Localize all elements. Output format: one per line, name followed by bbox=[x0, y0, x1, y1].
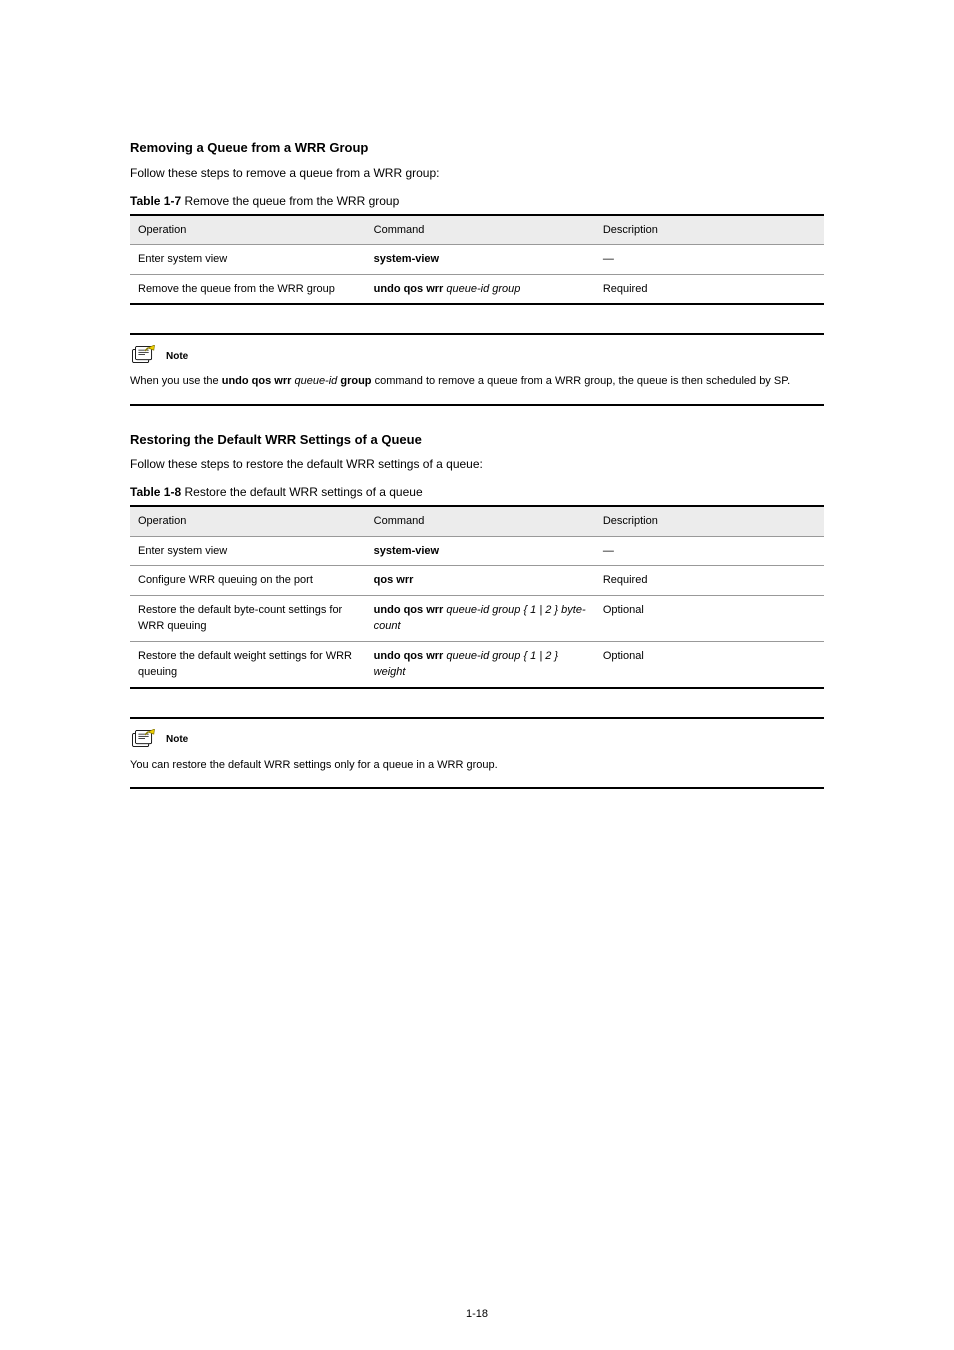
cmd-bold: system-view bbox=[374, 253, 439, 265]
cell-description: Required bbox=[595, 274, 824, 304]
table-row: Enter system view system-view — bbox=[130, 245, 824, 275]
section-heading-remove-queue: Removing a Queue from a WRR Group bbox=[130, 138, 824, 158]
cmd-bold: undo qos wrr bbox=[374, 283, 444, 295]
table-row: Enter system view system-view — bbox=[130, 536, 824, 566]
cell-command: undo qos wrr queue-id group { 1 | 2 } we… bbox=[366, 641, 595, 688]
table-caption-2: Table 1-8 Restore the default WRR settin… bbox=[130, 483, 824, 501]
table-header-row: Operation Command Description bbox=[130, 215, 824, 245]
cell-operation: Enter system view bbox=[130, 245, 366, 275]
table-row: Configure WRR queuing on the port qos wr… bbox=[130, 566, 824, 596]
note-cmd-italic: queue-id bbox=[294, 375, 337, 387]
note-text: When you use the undo qos wrr queue-id g… bbox=[130, 373, 824, 390]
note-text-segment: When you use the bbox=[130, 375, 222, 387]
cell-operation: Restore the default weight settings for … bbox=[130, 641, 366, 688]
cmd-bold: undo qos wrr bbox=[374, 650, 444, 662]
page-number: 1-18 bbox=[0, 1306, 954, 1323]
col-operation: Operation bbox=[130, 506, 366, 536]
col-description: Description bbox=[595, 506, 824, 536]
cell-description: Optional bbox=[595, 641, 824, 688]
note-text-segment: command to remove a queue from a WRR gro… bbox=[372, 375, 791, 387]
table-row: Restore the default weight settings for … bbox=[130, 641, 824, 688]
note-cmd-bold: group bbox=[340, 375, 371, 387]
note-block-1: Note When you use the undo qos wrr queue… bbox=[130, 333, 824, 406]
cell-description: — bbox=[595, 245, 824, 275]
page: Removing a Queue from a WRR Group Follow… bbox=[0, 0, 954, 1350]
cmd-args: queue-id group bbox=[443, 283, 520, 295]
table-caption-desc: Restore the default WRR settings of a qu… bbox=[184, 485, 422, 499]
cell-description: — bbox=[595, 536, 824, 566]
cell-operation: Enter system view bbox=[130, 536, 366, 566]
cell-description: Required bbox=[595, 566, 824, 596]
table-caption-number: Table 1-7 bbox=[130, 194, 181, 208]
table-caption-number: Table 1-8 bbox=[130, 485, 181, 499]
col-command: Command bbox=[366, 215, 595, 245]
note-label: Note bbox=[166, 349, 188, 364]
table-caption-desc: Remove the queue from the WRR group bbox=[184, 194, 399, 208]
table-row: Remove the queue from the WRR group undo… bbox=[130, 274, 824, 304]
cell-operation: Remove the queue from the WRR group bbox=[130, 274, 366, 304]
table-row: Restore the default byte-count settings … bbox=[130, 595, 824, 641]
note-icon bbox=[130, 729, 160, 751]
col-command: Command bbox=[366, 506, 595, 536]
note-text: You can restore the default WRR settings… bbox=[130, 757, 824, 774]
cmd-bold: undo qos wrr bbox=[374, 604, 444, 616]
cmd-bold: qos wrr bbox=[374, 574, 414, 586]
cell-command: system-view bbox=[366, 536, 595, 566]
note-block-2: Note You can restore the default WRR set… bbox=[130, 717, 824, 790]
col-description: Description bbox=[595, 215, 824, 245]
cell-command: system-view bbox=[366, 245, 595, 275]
col-operation: Operation bbox=[130, 215, 366, 245]
cell-operation: Restore the default byte-count settings … bbox=[130, 595, 366, 641]
cell-command: undo qos wrr queue-id group { 1 | 2 } by… bbox=[366, 595, 595, 641]
cell-command: qos wrr bbox=[366, 566, 595, 596]
section-lead-restore-default: Follow these steps to restore the defaul… bbox=[130, 455, 824, 473]
note-head: Note bbox=[130, 345, 824, 367]
table-remove-queue: Operation Command Description Enter syst… bbox=[130, 214, 824, 306]
table-header-row: Operation Command Description bbox=[130, 506, 824, 536]
cmd-bold: system-view bbox=[374, 545, 439, 557]
table-caption-1: Table 1-7 Remove the queue from the WRR … bbox=[130, 192, 824, 210]
cell-command: undo qos wrr queue-id group bbox=[366, 274, 595, 304]
note-label: Note bbox=[166, 732, 188, 747]
section-heading-restore-default: Restoring the Default WRR Settings of a … bbox=[130, 430, 824, 450]
cell-operation: Configure WRR queuing on the port bbox=[130, 566, 366, 596]
note-cmd-bold: undo qos wrr bbox=[222, 375, 292, 387]
table-restore-default: Operation Command Description Enter syst… bbox=[130, 505, 824, 689]
cell-description: Optional bbox=[595, 595, 824, 641]
note-head: Note bbox=[130, 729, 824, 751]
note-icon bbox=[130, 345, 160, 367]
section-lead-remove-queue: Follow these steps to remove a queue fro… bbox=[130, 164, 824, 182]
